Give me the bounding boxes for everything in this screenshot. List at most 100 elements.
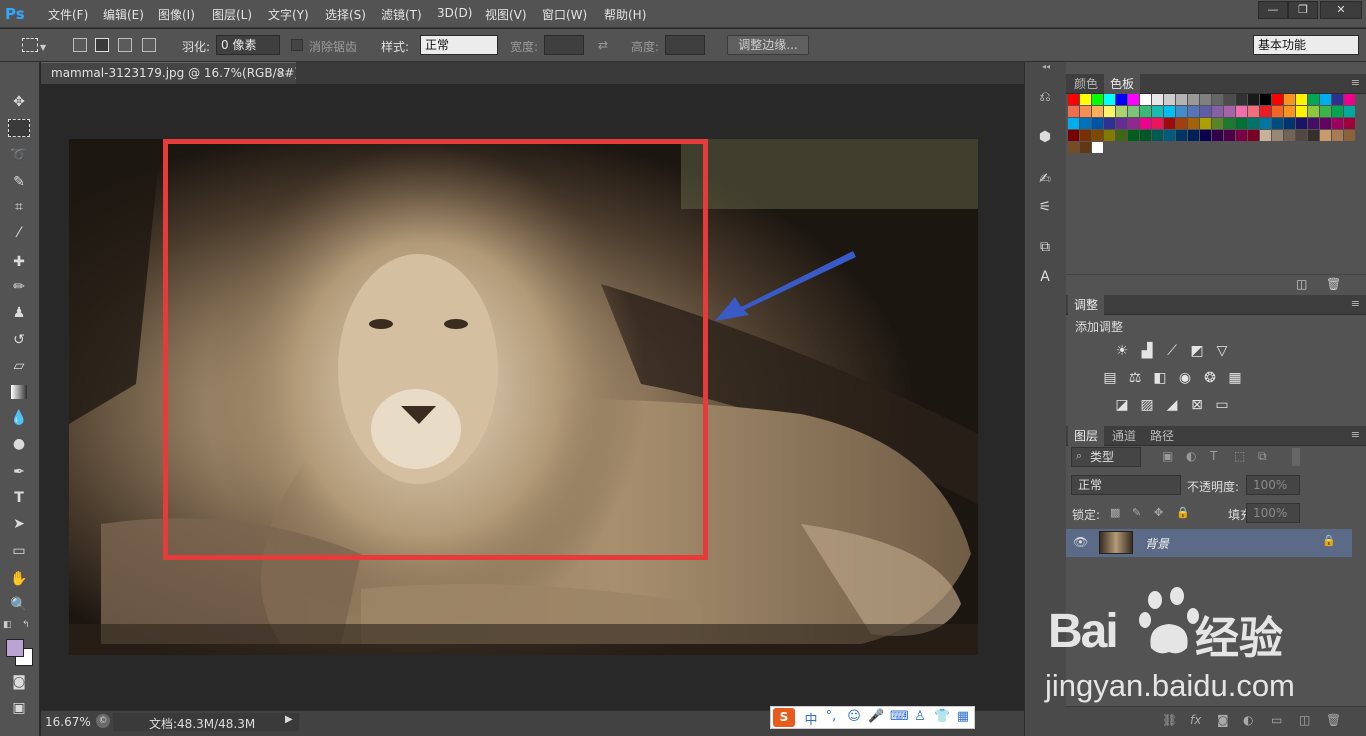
keyboard-icon[interactable]: ⌨ bbox=[890, 709, 909, 724]
tab-layers[interactable]: 图层 bbox=[1068, 426, 1105, 446]
style-select[interactable]: 正常 bbox=[420, 35, 498, 55]
marquee-tool-preset-icon[interactable] bbox=[22, 38, 38, 52]
menu-file[interactable]: 文件(F) bbox=[48, 6, 88, 23]
sogou-logo-icon[interactable]: S bbox=[773, 708, 795, 727]
panel-menu-icon[interactable]: ≡ bbox=[1351, 76, 1360, 89]
screen-mode-icon[interactable]: ▣ bbox=[8, 698, 30, 718]
swatch[interactable] bbox=[1128, 130, 1139, 141]
gradient-map-icon[interactable]: ▭ bbox=[1213, 396, 1231, 414]
swatch[interactable] bbox=[1200, 118, 1211, 129]
menu-layer[interactable]: 图层(L) bbox=[212, 6, 252, 23]
swatch[interactable] bbox=[1140, 118, 1151, 129]
swatch[interactable] bbox=[1308, 106, 1319, 117]
swap-colors-icon[interactable]: ↰ bbox=[22, 620, 30, 630]
add-mask-icon[interactable]: ◙ bbox=[1217, 713, 1229, 727]
swatch[interactable] bbox=[1272, 118, 1283, 129]
zoom-level[interactable]: 16.67% bbox=[45, 715, 91, 729]
swatch[interactable] bbox=[1068, 130, 1079, 141]
brush-presets-icon[interactable]: ⚟ bbox=[1034, 196, 1056, 218]
color-lookup-icon[interactable]: ▦ bbox=[1226, 369, 1244, 387]
swatch[interactable] bbox=[1296, 130, 1307, 141]
layers-menu-icon[interactable]: ≡ bbox=[1351, 428, 1360, 441]
hand-tool-icon[interactable]: ✋ bbox=[8, 569, 30, 589]
gradient-tool-icon[interactable] bbox=[11, 385, 27, 399]
document-tab[interactable]: mammal-3123179.jpg @ 16.7%(RGB/8#) × bbox=[41, 62, 299, 84]
swatch[interactable] bbox=[1080, 94, 1091, 105]
swatch[interactable] bbox=[1284, 130, 1295, 141]
posterize-icon[interactable]: ▨ bbox=[1138, 396, 1156, 414]
swatch[interactable] bbox=[1284, 94, 1295, 105]
levels-icon[interactable]: ▟ bbox=[1138, 342, 1156, 360]
blend-mode-select[interactable]: 正常 bbox=[1071, 475, 1181, 495]
color-balance-icon[interactable]: ⚖ bbox=[1126, 369, 1144, 387]
swatch[interactable] bbox=[1176, 106, 1187, 117]
swatch[interactable] bbox=[1140, 94, 1151, 105]
swatch[interactable] bbox=[1224, 130, 1235, 141]
curves-icon[interactable]: ⟋ bbox=[1163, 342, 1181, 360]
move-tool-icon[interactable]: ✥ bbox=[8, 92, 30, 112]
filter-shape-icon[interactable]: ⬚ bbox=[1234, 449, 1245, 463]
crop-tool-icon[interactable]: ⌗ bbox=[8, 197, 30, 217]
healing-brush-icon[interactable]: ✚ bbox=[8, 252, 30, 272]
collapse-panels-icon[interactable]: ◂◂ bbox=[1025, 62, 1067, 72]
swatch[interactable] bbox=[1236, 130, 1247, 141]
swatch[interactable] bbox=[1320, 118, 1331, 129]
restore-button[interactable]: ❐ bbox=[1288, 1, 1318, 19]
swatch[interactable] bbox=[1320, 94, 1331, 105]
swatch[interactable] bbox=[1116, 106, 1127, 117]
invert-icon[interactable]: ◪ bbox=[1113, 396, 1131, 414]
menu-window[interactable]: 窗口(W) bbox=[542, 6, 587, 23]
skin-icon[interactable]: 👕 bbox=[934, 709, 950, 724]
menu-edit[interactable]: 编辑(E) bbox=[103, 6, 144, 23]
quick-select-tool-icon[interactable]: ✎ bbox=[8, 172, 30, 192]
swatch[interactable] bbox=[1104, 118, 1115, 129]
swatch[interactable] bbox=[1080, 142, 1091, 153]
ime-language[interactable]: 中 bbox=[803, 709, 819, 728]
swatch[interactable] bbox=[1260, 118, 1271, 129]
channel-mixer-icon[interactable]: ❂ bbox=[1201, 369, 1219, 387]
swatch[interactable] bbox=[1344, 130, 1355, 141]
menu-3d[interactable]: 3D(D) bbox=[437, 6, 472, 20]
brush-tool-icon[interactable]: ✏ bbox=[8, 277, 30, 297]
adjustments-menu-icon[interactable]: ≡ bbox=[1351, 297, 1360, 310]
swatch[interactable] bbox=[1272, 94, 1283, 105]
layer-row-background[interactable]: 👁 背景 🔒 bbox=[1066, 529, 1352, 557]
emoji-icon[interactable]: ☺ bbox=[846, 709, 862, 724]
swatch[interactable] bbox=[1176, 94, 1187, 105]
3d-panel-icon[interactable]: ⬢ bbox=[1034, 126, 1056, 148]
swatch[interactable] bbox=[1092, 130, 1103, 141]
swatch[interactable] bbox=[1188, 94, 1199, 105]
swatch[interactable] bbox=[1128, 94, 1139, 105]
exposure-icon[interactable]: ◩ bbox=[1188, 342, 1206, 360]
zoom-tool-icon[interactable]: 🔍 bbox=[8, 595, 30, 615]
swatch[interactable] bbox=[1296, 94, 1307, 105]
swatch[interactable] bbox=[1140, 130, 1151, 141]
status-menu-arrow-icon[interactable]: ▶ bbox=[285, 714, 293, 725]
width-input[interactable] bbox=[544, 35, 584, 55]
close-document-icon[interactable]: × bbox=[276, 63, 286, 83]
new-layer-icon[interactable]: ◫ bbox=[1299, 713, 1310, 727]
swatch[interactable] bbox=[1152, 94, 1163, 105]
swatch[interactable] bbox=[1248, 130, 1259, 141]
pen-tool-icon[interactable]: ✒ bbox=[8, 462, 30, 482]
swatch[interactable] bbox=[1152, 106, 1163, 117]
swatch[interactable] bbox=[1068, 142, 1079, 153]
type-tool-icon[interactable]: T bbox=[8, 488, 30, 508]
swatch[interactable] bbox=[1332, 94, 1343, 105]
canvas-area[interactable] bbox=[41, 84, 1024, 710]
swatch[interactable] bbox=[1212, 130, 1223, 141]
swatch[interactable] bbox=[1260, 94, 1271, 105]
swatch[interactable] bbox=[1116, 94, 1127, 105]
swatch[interactable] bbox=[1320, 106, 1331, 117]
swatch[interactable] bbox=[1092, 142, 1103, 153]
filter-type-icon[interactable]: T bbox=[1210, 449, 1217, 463]
filter-toggle[interactable] bbox=[1292, 448, 1300, 466]
swatch[interactable] bbox=[1188, 130, 1199, 141]
foreground-color-swatch[interactable] bbox=[6, 639, 24, 657]
history-panel-icon[interactable]: ⎌ bbox=[1034, 86, 1056, 108]
swatch[interactable] bbox=[1284, 106, 1295, 117]
swatch[interactable] bbox=[1224, 118, 1235, 129]
tools-grid-icon[interactable]: ▦ bbox=[955, 709, 971, 724]
selective-color-icon[interactable]: ⊠ bbox=[1188, 396, 1206, 414]
swatch[interactable] bbox=[1068, 94, 1079, 105]
